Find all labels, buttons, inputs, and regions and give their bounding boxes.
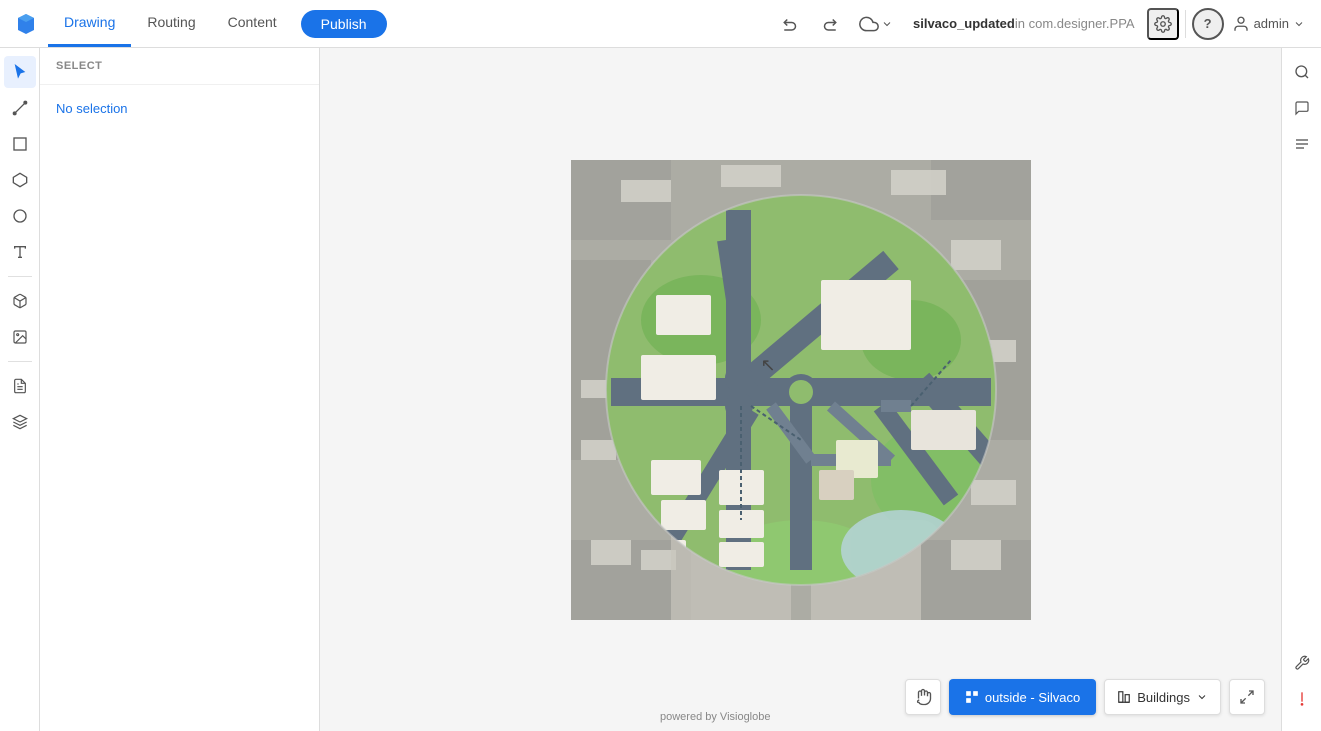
tool-divider-2: [8, 361, 32, 362]
left-tool-panel: [0, 48, 40, 731]
tab-routing[interactable]: Routing: [131, 0, 211, 47]
publish-button[interactable]: Publish: [301, 10, 387, 38]
redo-button[interactable]: [811, 6, 847, 42]
cloud-button[interactable]: [851, 10, 901, 38]
right-panel-bottom: [1286, 647, 1318, 723]
map-svg: [571, 160, 1031, 620]
powered-by: powered by Visioglobe: [660, 711, 770, 723]
text-tool[interactable]: [4, 236, 36, 268]
tools-right-button[interactable]: [1286, 647, 1318, 679]
selection-panel: SELECT No selection: [40, 48, 320, 731]
rectangle-tool[interactable]: [4, 128, 36, 160]
location-button[interactable]: outside - Silvaco: [949, 679, 1096, 715]
list-right-button[interactable]: [1286, 128, 1318, 160]
image-tool[interactable]: [4, 321, 36, 353]
undo-button[interactable]: [773, 6, 809, 42]
project-info: silvaco_updated in com.designer.PPA: [901, 16, 1147, 31]
polygon-tool[interactable]: [4, 164, 36, 196]
canvas-area[interactable]: ↖ powered by Visioglobe: [320, 48, 1281, 731]
buildings-button[interactable]: Buildings: [1104, 679, 1221, 715]
settings-button[interactable]: [1147, 8, 1179, 40]
topbar: Drawing Routing Content Publish: [0, 0, 1321, 48]
right-panel-top: [1286, 56, 1318, 647]
fullscreen-button[interactable]: [1229, 679, 1265, 715]
help-button[interactable]: ?: [1192, 8, 1224, 40]
bottom-action-bar: outside - Silvaco Buildings: [905, 679, 1265, 715]
comments-button[interactable]: [1286, 92, 1318, 124]
tool-divider: [8, 276, 32, 277]
main-layout: SELECT No selection: [0, 48, 1321, 731]
right-panel: [1281, 48, 1321, 731]
layers-tool[interactable]: [4, 406, 36, 438]
divider: [1185, 10, 1186, 38]
box3d-tool[interactable]: [4, 285, 36, 317]
logo[interactable]: [8, 0, 44, 48]
line-tool[interactable]: [4, 92, 36, 124]
user-menu[interactable]: admin: [1224, 11, 1313, 37]
pointer-tool[interactable]: [4, 56, 36, 88]
alert-button[interactable]: [1286, 683, 1318, 715]
tab-drawing[interactable]: Drawing: [48, 0, 131, 47]
history-controls: [773, 6, 847, 42]
circle-tool[interactable]: [4, 200, 36, 232]
no-selection-label: No selection: [40, 85, 319, 132]
selection-header: SELECT: [40, 48, 319, 85]
map-container[interactable]: ↖: [571, 160, 1031, 620]
hand-button[interactable]: [905, 679, 941, 715]
search-right-button[interactable]: [1286, 56, 1318, 88]
nav-tabs: Drawing Routing Content: [48, 0, 293, 47]
tab-content[interactable]: Content: [212, 0, 293, 47]
document-tool[interactable]: [4, 370, 36, 402]
